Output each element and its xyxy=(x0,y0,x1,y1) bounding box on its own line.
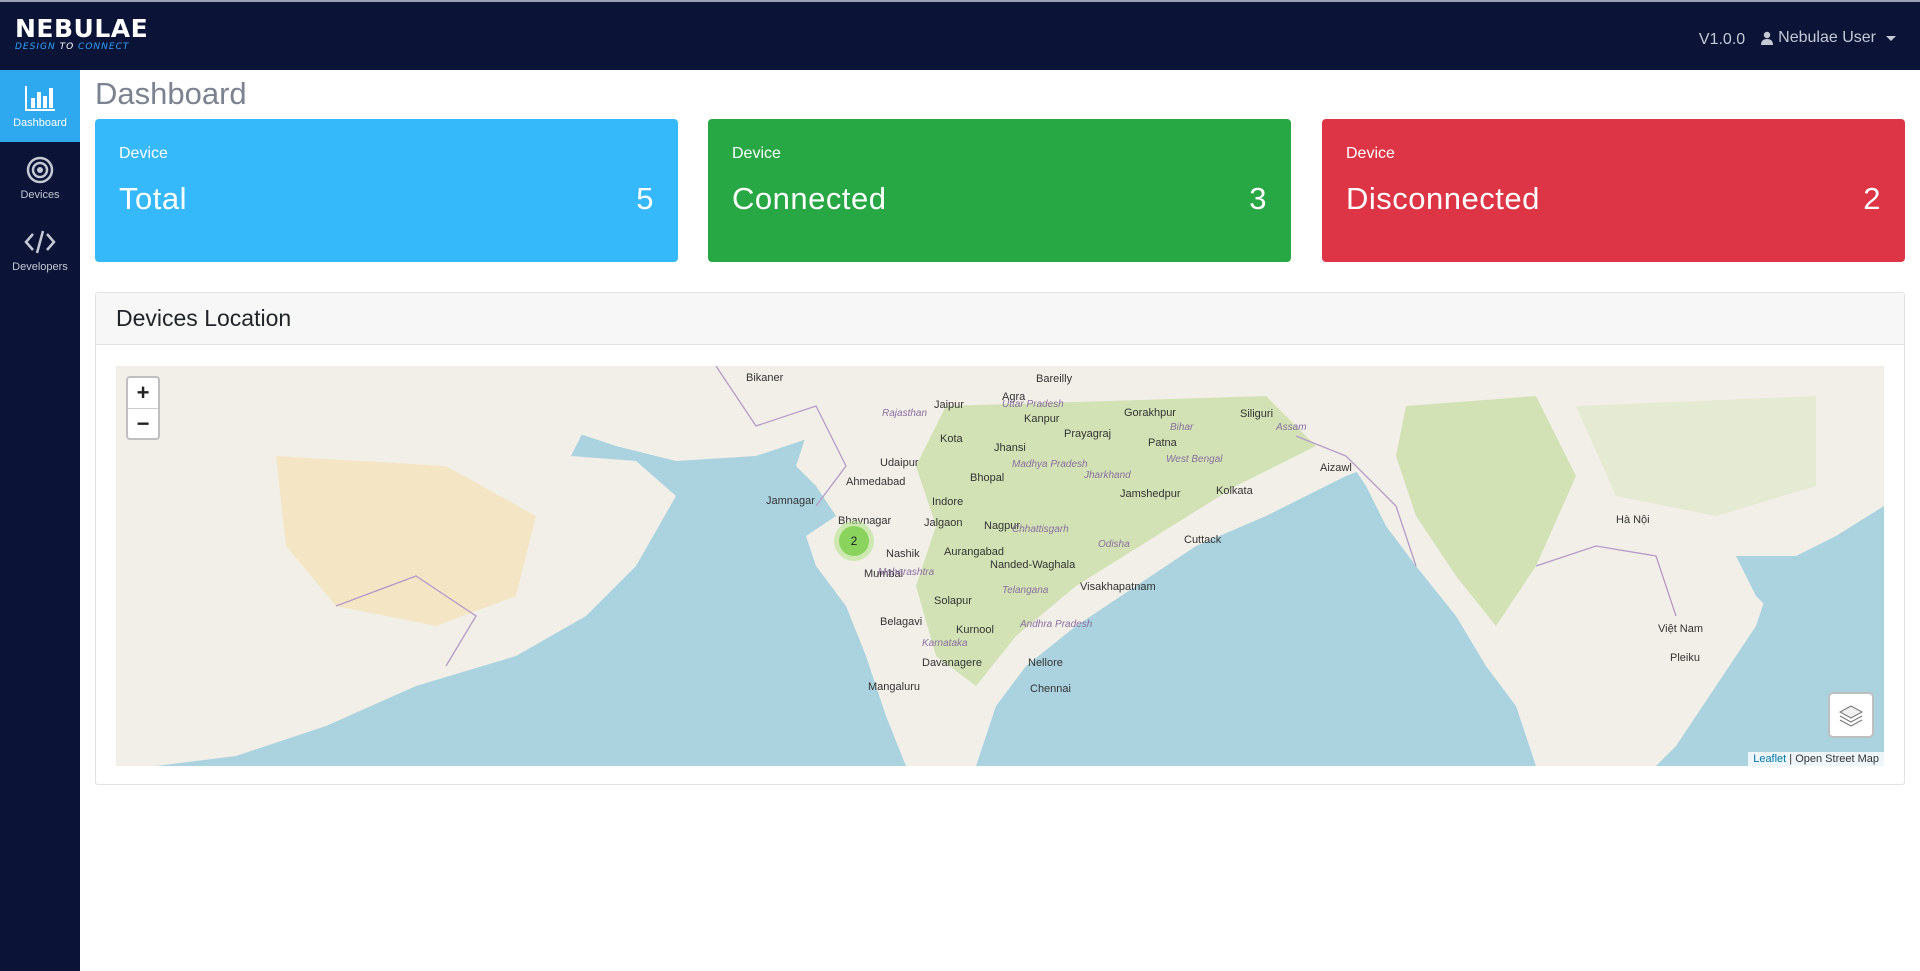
map-label: Telangana xyxy=(1002,585,1049,596)
map-label: Chhattisgarh xyxy=(1012,524,1069,535)
map-label: Andhra Pradesh xyxy=(1020,619,1093,630)
card-caption: Device xyxy=(119,145,168,162)
map-label: Kanpur xyxy=(1024,413,1060,425)
map-label: Nashik xyxy=(886,548,920,560)
logo-name: NEBULAE xyxy=(15,14,149,43)
map-label: Jharkhand xyxy=(1084,470,1131,481)
map-label: Gorakhpur xyxy=(1124,407,1176,419)
app-logo[interactable]: NEBULAE DESIGN TO CONNECT xyxy=(15,14,149,53)
map-label: Prayagraj xyxy=(1064,428,1112,440)
map-label: Jaipur xyxy=(934,399,964,411)
card-caption: Device xyxy=(732,145,781,162)
map-label: Jamshedpur xyxy=(1120,488,1181,500)
user-icon xyxy=(1761,31,1774,45)
connected-devices-card: Device Connected 3 xyxy=(708,119,1291,262)
map-label: Odisha xyxy=(1098,539,1130,550)
total-devices-card: Device Total 5 xyxy=(95,119,678,262)
map-label: Jalgaon xyxy=(924,517,963,529)
card-count: 5 xyxy=(636,181,654,216)
map-label: Bikaner xyxy=(746,372,784,384)
zoom-out-button[interactable]: − xyxy=(128,408,158,438)
map-label: Kurnool xyxy=(956,624,994,636)
card-count: 2 xyxy=(1863,181,1881,216)
map-label: Cuttack xyxy=(1184,534,1222,546)
sidebar-item-dashboard[interactable]: Dashboard xyxy=(0,70,80,142)
target-icon xyxy=(26,156,54,184)
map-label: Belagavi xyxy=(880,616,923,628)
map-label: Davanagere xyxy=(922,657,982,669)
attribution-text: Open Street Map xyxy=(1795,753,1879,765)
card-label: Disconnected xyxy=(1346,181,1540,216)
map-label: Visakhapatnam xyxy=(1080,581,1156,593)
sidebar-item-developers[interactable]: Developers xyxy=(0,214,80,286)
sidebar-item-label: Dashboard xyxy=(13,117,67,129)
sidebar-item-label: Devices xyxy=(20,189,60,201)
map-label: Uttar Pradesh xyxy=(1002,399,1064,410)
disconnected-devices-card: Device Disconnected 2 xyxy=(1322,119,1905,262)
layers-icon xyxy=(1838,705,1864,727)
card-caption: Device xyxy=(1346,145,1395,162)
card-label: Connected xyxy=(732,181,887,216)
devices-map[interactable]: Bikaner Jaipur Agra Bareilly Kanpur Pray… xyxy=(116,366,1884,766)
map-label: Karnataka xyxy=(922,638,968,649)
top-navbar: NEBULAE DESIGN TO CONNECT V1.0.0 Nebulae… xyxy=(0,0,1920,70)
map-label: Udaipur xyxy=(880,457,919,469)
card-count: 3 xyxy=(1249,181,1267,216)
panel-title: Devices Location xyxy=(96,293,1904,345)
zoom-in-button[interactable]: + xyxy=(128,378,158,408)
map-label: Bhopal xyxy=(970,472,1005,484)
map-zoom-control: + − xyxy=(126,376,160,440)
map-label: Jamnagar xyxy=(766,495,815,507)
leaflet-link[interactable]: Leaflet xyxy=(1753,753,1786,765)
map-label: Mangaluru xyxy=(868,681,920,693)
map-label: Patna xyxy=(1148,437,1177,449)
sidebar-item-label: Developers xyxy=(12,261,68,273)
map-label: Chennai xyxy=(1030,683,1071,695)
cluster-count: 2 xyxy=(839,526,869,556)
map-label: Kolkata xyxy=(1216,485,1253,497)
map-label: Jhansi xyxy=(994,442,1026,454)
map-label: Solapur xyxy=(934,595,972,607)
layers-control-button[interactable] xyxy=(1828,692,1874,738)
sidebar: Dashboard Devices Developers xyxy=(0,70,80,971)
map-label: Rajasthan xyxy=(882,408,928,419)
bar-chart-icon xyxy=(25,86,55,111)
user-name: Nebulae User xyxy=(1778,29,1876,46)
map-label: Aurangabad xyxy=(944,546,1004,558)
map-label: West Bengal xyxy=(1166,454,1223,465)
map-label: Siliguri xyxy=(1240,408,1274,420)
device-cluster-marker[interactable]: 2 xyxy=(834,521,874,561)
map-label: Bihar xyxy=(1170,422,1194,433)
chevron-down-icon xyxy=(1886,35,1896,41)
page-title: Dashboard xyxy=(95,76,247,111)
devices-location-panel: Devices Location Bikaner Jaipur Agra Bar… xyxy=(95,292,1905,785)
map-label: Kota xyxy=(940,433,963,445)
sidebar-item-devices[interactable]: Devices xyxy=(0,142,80,214)
map-label: Hà Nội xyxy=(1616,514,1650,526)
map-label: Assam xyxy=(1276,422,1307,433)
map-label: Pleiku xyxy=(1670,652,1700,664)
map-label: Nellore xyxy=(1028,657,1063,669)
map-label: Maharashtra xyxy=(878,567,935,578)
map-label: Nanded-Waghala xyxy=(990,559,1076,571)
app-version: V1.0.0 xyxy=(1698,31,1746,48)
map-label: Bareilly xyxy=(1036,373,1073,385)
map-label: Việt Nam xyxy=(1658,623,1704,635)
map-attribution: Leaflet | Open Street Map xyxy=(1748,752,1884,766)
user-menu-dropdown[interactable]: Nebulae User xyxy=(1761,29,1896,47)
main-content: Dashboard Device Total 5 Device Connecte… xyxy=(80,70,1920,971)
map-label: Ahmedabad xyxy=(846,476,906,488)
code-icon xyxy=(24,230,56,254)
logo-tagline: DESIGN TO CONNECT xyxy=(15,42,130,52)
map-label: Indore xyxy=(932,496,964,508)
card-label: Total xyxy=(119,181,187,216)
map-label: Madhya Pradesh xyxy=(1012,459,1088,470)
map-label: Aizawl xyxy=(1320,462,1352,474)
